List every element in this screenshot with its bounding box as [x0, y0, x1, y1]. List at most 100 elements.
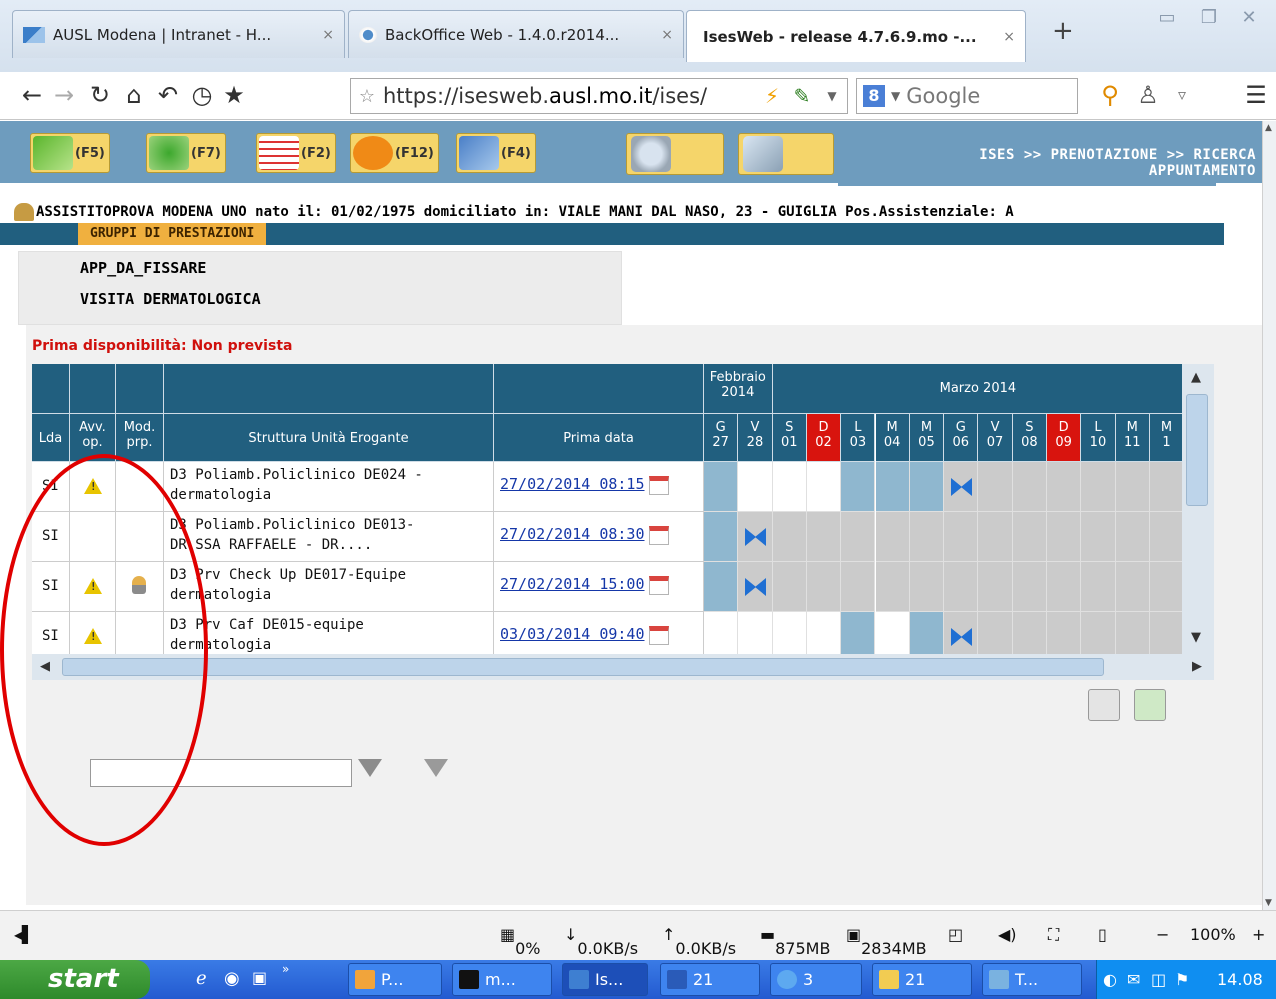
search-engine-icon[interactable]: 8: [863, 85, 885, 107]
taskbar-item-t[interactable]: T...: [982, 963, 1082, 996]
available-slot-icon[interactable]: [743, 576, 767, 598]
scroll-right-icon[interactable]: ▶: [1192, 659, 1202, 674]
reader-icon[interactable]: ▯: [1098, 925, 1107, 944]
bookmark-star-icon[interactable]: ★: [218, 78, 250, 112]
zoom-out-button[interactable]: −: [1156, 925, 1169, 944]
forward-icon[interactable]: →: [48, 78, 80, 112]
taskbar-item-is[interactable]: Is...: [562, 963, 648, 996]
f7-button[interactable]: (F7): [146, 133, 226, 173]
filter-input[interactable]: [90, 759, 352, 787]
taskbar-group-word[interactable]: 21: [660, 963, 760, 996]
taskbar-group-ie[interactable]: 3: [770, 963, 862, 996]
tab-backoffice[interactable]: BackOffice Web - 1.4.0.r2014... ×: [348, 10, 684, 58]
screenshot-icon[interactable]: ◰: [948, 925, 963, 944]
f5-button[interactable]: (F5): [30, 133, 110, 173]
tray-back-icon[interactable]: ◐: [1103, 960, 1117, 999]
zoom-in-button[interactable]: +: [1252, 925, 1265, 944]
tab-isesweb[interactable]: IsesWeb - release 4.7.6.9.mo -... ×: [686, 10, 1026, 62]
close-window-icon[interactable]: ✕: [1232, 4, 1266, 34]
gruppi-prestazioni-tab[interactable]: GRUPPI DI PRESTAZIONI: [78, 223, 267, 245]
home-icon[interactable]: ⌂: [118, 78, 150, 112]
start-button[interactable]: start: [0, 960, 150, 999]
scroll-down-icon[interactable]: ▼: [1191, 630, 1201, 645]
minimize-icon[interactable]: ▭: [1150, 4, 1184, 34]
tab-close-icon[interactable]: ×: [661, 27, 673, 43]
prima-data-link[interactable]: 27/02/2014 08:30: [500, 525, 645, 543]
history-icon[interactable]: ◷: [186, 78, 218, 112]
sidebar-toggle-icon[interactable]: ◂▌: [14, 925, 34, 944]
search-box[interactable]: 8 ▼ Google: [856, 78, 1078, 114]
calendar-cell[interactable]: [738, 512, 773, 562]
calendar-next-icon[interactable]: [1134, 689, 1166, 721]
calendar-cell[interactable]: [944, 462, 979, 512]
calendar-prev-icon[interactable]: [1088, 689, 1120, 721]
lightning-icon[interactable]: ⚡: [757, 84, 787, 108]
scroll-thumb[interactable]: [62, 658, 1104, 676]
clear-filter-icon[interactable]: [424, 759, 448, 777]
addon-icon[interactable]: ✎: [787, 84, 817, 108]
header-mod-prp[interactable]: Mod. prp.: [116, 414, 164, 462]
search-records-button[interactable]: [626, 133, 724, 175]
bookmark-page-icon[interactable]: ☆: [351, 86, 383, 107]
header-prima-data[interactable]: Prima data: [494, 414, 704, 462]
warning-icon[interactable]: [84, 578, 102, 594]
search-go-icon[interactable]: ⚲: [1094, 78, 1126, 112]
search-engine-dropdown-icon[interactable]: ▼: [891, 89, 900, 103]
app-icon[interactable]: ▣: [252, 968, 267, 987]
speaker-icon[interactable]: ◀): [998, 925, 1017, 944]
taskbar-group-folder[interactable]: 21: [872, 963, 972, 996]
f4-button[interactable]: (F4): [456, 133, 536, 173]
header-avv-op[interactable]: Avv. op.: [70, 414, 116, 462]
available-slot-icon[interactable]: [949, 476, 973, 498]
fullscreen-icon[interactable]: ⛶: [1048, 925, 1059, 945]
calendar-cell[interactable]: [738, 562, 773, 612]
reload-icon[interactable]: ↻: [84, 78, 116, 112]
lock-button[interactable]: [738, 133, 834, 175]
url-dropdown-icon[interactable]: ▼: [817, 89, 847, 103]
tab-close-icon[interactable]: ×: [322, 27, 334, 43]
back-icon[interactable]: ←: [16, 78, 48, 112]
available-slot-icon[interactable]: [949, 626, 973, 648]
calendar-cell[interactable]: [944, 612, 979, 654]
calendar-icon[interactable]: [648, 575, 669, 595]
browser-icon[interactable]: ◉: [224, 968, 240, 989]
undo-close-icon[interactable]: ↶: [152, 78, 184, 112]
menu-icon[interactable]: ☰: [1240, 78, 1272, 112]
f2-button[interactable]: (F2): [256, 133, 336, 173]
warning-icon[interactable]: [84, 628, 102, 644]
calendar-icon[interactable]: [648, 475, 669, 495]
tray-app-icon[interactable]: ◫: [1151, 960, 1166, 999]
available-slot-icon[interactable]: [743, 526, 767, 548]
tab-close-icon[interactable]: ×: [1003, 29, 1015, 45]
address-bar[interactable]: ☆ https://isesweb.ausl.mo.it/ises/ ⚡ ✎ ▼: [350, 78, 848, 114]
quicklaunch-more-icon[interactable]: »: [282, 962, 289, 976]
grid-horizontal-scrollbar[interactable]: ◀ ▶: [32, 654, 1214, 680]
ie-icon[interactable]: ℯ: [196, 968, 207, 989]
grid-vertical-scrollbar[interactable]: ▲ ▼: [1182, 364, 1214, 654]
header-lda[interactable]: Lda: [32, 414, 70, 462]
f12-button[interactable]: (F12): [350, 133, 439, 173]
scroll-up-icon[interactable]: ▲: [1191, 370, 1201, 385]
doctor-icon[interactable]: [132, 576, 146, 594]
scroll-thumb[interactable]: [1186, 394, 1208, 506]
prima-data-link[interactable]: 03/03/2014 09:40: [500, 625, 645, 643]
apply-filter-icon[interactable]: [358, 759, 382, 777]
calendar-icon[interactable]: [648, 625, 669, 645]
warning-icon[interactable]: [84, 478, 102, 494]
tab-ausl-intranet[interactable]: AUSL Modena | Intranet - H... ×: [12, 10, 345, 58]
scroll-up-icon[interactable]: ▲: [1265, 123, 1272, 133]
user-icon[interactable]: ♙: [1132, 78, 1164, 112]
calendar-icon[interactable]: [648, 525, 669, 545]
prima-data-link[interactable]: 27/02/2014 08:15: [500, 475, 645, 493]
mail-icon[interactable]: ✉: [1127, 960, 1140, 999]
menu-dropdown-icon[interactable]: ▿: [1166, 78, 1198, 112]
page-vertical-scrollbar[interactable]: ▲ ▼: [1262, 121, 1276, 910]
header-struttura[interactable]: Struttura Unità Erogante: [164, 414, 494, 462]
prima-data-link[interactable]: 27/02/2014 15:00: [500, 575, 645, 593]
scroll-left-icon[interactable]: ◀: [40, 659, 50, 674]
network-tray-icon[interactable]: ⚑: [1175, 960, 1189, 999]
scroll-down-icon[interactable]: ▼: [1265, 898, 1272, 908]
taskbar-item-m[interactable]: m...: [452, 963, 552, 996]
new-tab-button[interactable]: +: [1052, 16, 1074, 46]
taskbar-item-p[interactable]: P...: [348, 963, 442, 996]
